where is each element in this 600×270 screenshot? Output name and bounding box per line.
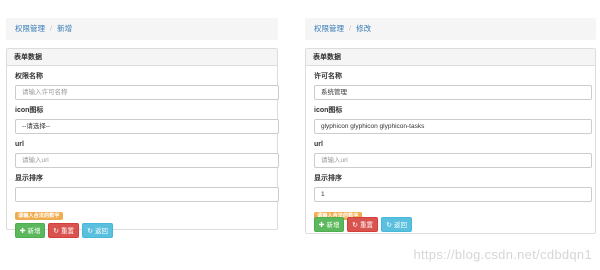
display-order-label: 显示排序 [15, 175, 43, 182]
display-order-input[interactable] [15, 187, 279, 202]
back-button[interactable]: ↻ 返回 [381, 217, 412, 232]
add-button[interactable]: ✚ 新增 [15, 223, 45, 238]
breadcrumb-current: 新增 [57, 24, 73, 33]
icon-label: icon图标 [314, 107, 343, 114]
breadcrumb-separator: / [349, 24, 352, 33]
plus-icon: ✚ [19, 228, 26, 235]
form-body: 许可名称 系统管理 icon图标 glyphicon glyphicon gly… [306, 66, 595, 220]
icon-select[interactable]: --请选择-- [15, 119, 279, 134]
icon-label: icon图标 [15, 107, 44, 114]
breadcrumb-separator: / [50, 24, 53, 33]
form-card: 表单数据 许可名称 系统管理 icon图标 glyphicon glyphico… [305, 48, 596, 234]
permission-name-label: 权限名称 [15, 73, 43, 80]
watermark: https://blog.csdn.net/cdbdqn1 [413, 247, 592, 262]
add-button[interactable]: ✚ 新增 [314, 217, 344, 232]
url-input[interactable]: 请输入url [314, 153, 592, 168]
url-label: url [314, 141, 323, 148]
card-title: 表单数据 [306, 49, 595, 66]
breadcrumb-permission-management-link[interactable]: 权限管理 [314, 24, 344, 33]
permission-name-label: 许可名称 [314, 73, 342, 80]
card-title: 表单数据 [7, 49, 277, 66]
permission-name-input[interactable]: 请输入许可名称 [15, 85, 279, 100]
refresh-icon: ↻ [87, 228, 93, 235]
url-input[interactable]: 请输入url [15, 153, 279, 168]
url-label: url [15, 141, 24, 148]
form-card: 表单数据 权限名称 请输入许可名称 icon图标 --请选择-- url 请输入… [6, 48, 279, 238]
display-order-label: 显示排序 [314, 175, 342, 182]
edit-permission-panel: 权限管理 / 修改 表单数据 许可名称 系统管理 icon图标 glyphicon … [305, 18, 596, 234]
back-button[interactable]: ↻ 返回 [82, 223, 113, 238]
add-permission-panel: 权限管理 / 新增 表单数据 权限名称 请输入许可名称 icon图标 --请选择--… [6, 18, 279, 238]
refresh-icon: ↻ [352, 222, 358, 229]
validation-error-badge: 请输入合法的数字 [15, 212, 63, 220]
display-order-input[interactable]: 1 [314, 187, 592, 202]
breadcrumb: 权限管理 / 修改 [305, 18, 596, 40]
breadcrumb: 权限管理 / 新增 [6, 18, 278, 40]
form-body: 权限名称 请输入许可名称 icon图标 --请选择-- url 请输入url 显… [7, 66, 279, 220]
reset-button[interactable]: ↻ 重置 [347, 217, 378, 232]
refresh-icon: ↻ [53, 228, 59, 235]
breadcrumb-permission-management-link[interactable]: 权限管理 [15, 24, 45, 33]
breadcrumb-current: 修改 [356, 24, 372, 33]
reset-button[interactable]: ↻ 重置 [48, 223, 79, 238]
icon-select[interactable]: glyphicon glyphicon glyphicon-tasks [314, 119, 592, 134]
plus-icon: ✚ [318, 222, 325, 229]
refresh-icon: ↻ [386, 222, 392, 229]
permission-name-input[interactable]: 系统管理 [314, 85, 592, 100]
